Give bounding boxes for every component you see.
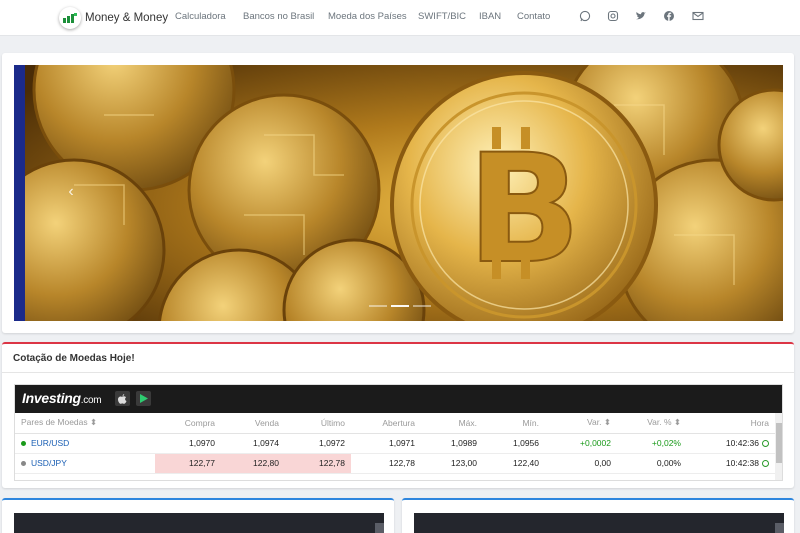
ultimo-cell: 1,0972 — [285, 433, 351, 454]
hora-cell: 10:42:38 — [687, 453, 775, 474]
quotes-card: Cotação de Moedas Hoje! Investing.com Pa… — [2, 342, 794, 488]
email-icon[interactable] — [692, 10, 706, 24]
abertura-cell: 1,0971 — [351, 433, 421, 454]
twitter-icon[interactable] — [635, 10, 649, 24]
col-hora: Hora — [687, 413, 775, 434]
investing-widget: Investing.com Pares de Moedas ⬍ Compra V… — [14, 384, 783, 481]
nav-link-calculadora[interactable]: Calculadora — [175, 11, 226, 22]
carousel-indicator[interactable] — [369, 305, 387, 307]
min-cell: 1,0956 — [483, 433, 545, 454]
table-row[interactable]: EUR/USD 1,0970 1,0974 1,0972 1,0971 1,09… — [15, 433, 775, 454]
col-var-pct[interactable]: Var. % ⬍ — [617, 413, 687, 434]
col-compra: Compra — [155, 413, 221, 434]
max-cell: 1,0989 — [421, 433, 483, 454]
venda-cell: 122,80 — [221, 453, 285, 474]
whatsapp-icon[interactable] — [579, 10, 593, 24]
pair-cell[interactable]: USD/JPY — [15, 453, 155, 474]
col-max: Máx. — [421, 413, 483, 434]
divider — [2, 372, 794, 373]
brand-link[interactable]: Money & Money — [59, 6, 168, 30]
scrollbar[interactable] — [375, 523, 384, 533]
status-dot — [21, 441, 26, 447]
clock-icon — [762, 460, 769, 468]
widget-header: Investing.com — [15, 385, 782, 413]
var-pct-cell: +0,02% — [617, 433, 687, 454]
max-cell: 123,00 — [421, 453, 483, 474]
col-venda: Venda — [221, 413, 285, 434]
chart-widget-right — [414, 513, 784, 533]
col-min: Mín. — [483, 413, 545, 434]
google-play-icon[interactable] — [136, 391, 151, 406]
brand-name: Money & Money — [85, 12, 169, 24]
var-cell: +0,0002 — [545, 433, 617, 454]
compra-cell: 122,77 — [155, 453, 221, 474]
chevron-left-icon[interactable]: ‹ — [64, 183, 78, 201]
top-navbar: Money & Money Calculadora Bancos no Bras… — [0, 0, 800, 36]
bitcoin-coins-image: B — [14, 65, 783, 321]
chart-card-left — [2, 498, 394, 533]
col-ultimo: Último — [285, 413, 351, 434]
investing-logo[interactable]: Investing.com — [22, 390, 102, 406]
hero-edge-strip — [14, 65, 25, 321]
chart-widget-left — [14, 513, 384, 533]
min-cell: 122,40 — [483, 453, 545, 474]
pair-name: EUR/USD — [31, 438, 70, 448]
pair-cell[interactable]: EUR/USD — [15, 433, 155, 454]
nav-link-bancos[interactable]: Bancos no Brasil — [243, 11, 314, 22]
scrollbar-thumb[interactable] — [776, 423, 782, 463]
hora-value: 10:42:36 — [725, 438, 759, 448]
nav-link-contato[interactable]: Contato — [517, 11, 550, 22]
apple-store-icon[interactable] — [115, 391, 130, 406]
status-dot — [21, 461, 26, 467]
pair-name: USD/JPY — [31, 458, 67, 468]
carousel-indicator[interactable] — [391, 305, 409, 307]
widget-scrollbar[interactable] — [775, 413, 782, 480]
investing-logo-text: Investing — [22, 390, 81, 406]
col-pair[interactable]: Pares de Moedas ⬍ — [15, 413, 155, 434]
compra-cell: 1,0970 — [155, 433, 221, 454]
hero-carousel: B ‹ — [14, 65, 783, 321]
money-logo-icon — [59, 7, 81, 29]
col-var[interactable]: Var. ⬍ — [545, 413, 617, 434]
col-abertura: Abertura — [351, 413, 421, 434]
investing-logo-suffix: .com — [80, 395, 102, 406]
nav-link-swift-bic[interactable]: SWIFT/BIC — [418, 11, 466, 22]
quotes-table: Pares de Moedas ⬍ Compra Venda Último Ab… — [15, 413, 775, 474]
var-cell: 0,00 — [545, 453, 617, 474]
facebook-icon[interactable] — [663, 10, 677, 24]
hora-cell: 10:42:36 — [687, 433, 775, 454]
carousel-indicators — [369, 305, 431, 307]
hora-value: 10:42:38 — [725, 458, 759, 468]
var-pct-cell: 0,00% — [617, 453, 687, 474]
quotes-title: Cotação de Moedas Hoje! — [13, 353, 135, 364]
table-header-row: Pares de Moedas ⬍ Compra Venda Último Ab… — [15, 413, 775, 434]
ultimo-cell: 122,78 — [285, 453, 351, 474]
carousel-indicator[interactable] — [413, 305, 431, 307]
nav-link-moeda-paises[interactable]: Moeda dos Países — [328, 11, 407, 22]
table-row[interactable]: USD/JPY 122,77 122,80 122,78 122,78 123,… — [15, 453, 775, 474]
venda-cell: 1,0974 — [221, 433, 285, 454]
nav-link-iban[interactable]: IBAN — [479, 11, 501, 22]
chart-card-right — [402, 498, 794, 533]
abertura-cell: 122,78 — [351, 453, 421, 474]
carousel-card: B ‹ — [2, 53, 794, 333]
scrollbar[interactable] — [775, 523, 784, 533]
clock-icon — [762, 440, 769, 448]
instagram-icon[interactable] — [607, 10, 621, 24]
